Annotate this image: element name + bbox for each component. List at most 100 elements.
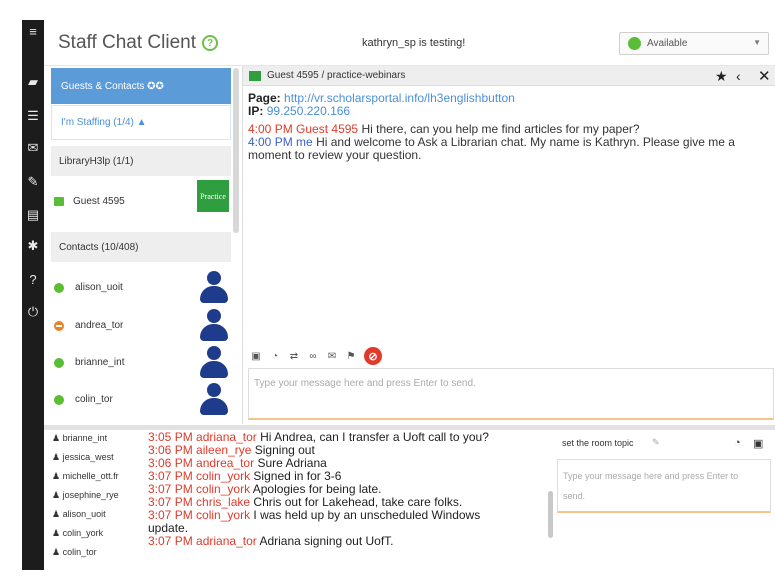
availability-label: Available [647, 38, 688, 49]
message-icon[interactable]: ▣ [753, 437, 763, 450]
practice-mini-icon [249, 71, 261, 81]
staff-user-name: brianne_int [62, 433, 108, 443]
message-text: Hi and welcome to Ask a Librarian chat. … [248, 135, 735, 162]
email-icon[interactable]: ✉ [324, 347, 340, 365]
chat-transcript: Page: http://vr.scholarsportal.info/lh3e… [248, 92, 770, 162]
power-icon[interactable]: ⏻ [22, 302, 44, 320]
chat-title: Guest 4595 / practice-webinars [267, 70, 406, 81]
contact-name: andrea_tor [75, 320, 124, 331]
message-text: Hi there, can you help me find articles … [361, 122, 640, 136]
message-sender: Guest 4595 [296, 122, 359, 136]
document-icon[interactable]: ▤ [22, 205, 44, 223]
log-user: adriana_tor [196, 430, 257, 444]
staff-user-name: alison_uoit [62, 509, 106, 519]
status-message: kathryn_sp is testing! [362, 37, 466, 49]
staff-user[interactable]: ♟ alison_uoit [52, 509, 106, 520]
help-icon[interactable]: ? [22, 270, 44, 288]
log-user: andrea_tor [196, 456, 255, 470]
log-user: aileen_rye [196, 443, 252, 457]
log-user: colin_york [196, 482, 251, 496]
staff-user[interactable]: ♟ michelle_ott.fr [52, 471, 119, 482]
contact-item[interactable]: colin_tor [51, 381, 231, 418]
staff-user-name: colin_tor [62, 547, 97, 557]
availability-select[interactable]: Available ▼ [619, 32, 769, 55]
log-time: 3:07 PM [148, 495, 193, 509]
list-icon[interactable]: ☰ [22, 106, 44, 124]
log-time: 3:07 PM [148, 508, 193, 522]
star-icon[interactable]: ★ [715, 68, 728, 85]
log-time: 3:06 PM [148, 456, 193, 470]
close-icon[interactable]: ✕ [758, 67, 771, 85]
staff-user[interactable]: ♟ brianne_int [52, 433, 107, 444]
menu-icon[interactable]: ≡ [22, 22, 44, 40]
block-icon[interactable]: ⊘ [364, 347, 382, 365]
avatar [198, 383, 230, 417]
message-time: 4:00 PM [248, 135, 293, 149]
log-user: colin_york [196, 508, 251, 522]
icon-sidebar: ≡ ▰ ☰ ✉ ✎ ▤ ✱ ? ⏻ [22, 20, 44, 570]
mail-icon[interactable]: ✉ [22, 138, 44, 156]
log-text: Sure Adriana [257, 456, 327, 470]
practice-badge: Practice [197, 180, 229, 212]
guests-contacts-panel: Guests & Contacts ✪✪ I'm Staffing (1/4) … [51, 68, 237, 426]
page-url-link[interactable]: http://vr.scholarsportal.info/lh3english… [284, 91, 515, 105]
guest-item[interactable]: Guest 4595 Practice [51, 180, 231, 224]
gear-icon[interactable]: ✱ [22, 236, 44, 254]
contact-item[interactable]: alison_uoit [51, 269, 231, 306]
help-circle-icon[interactable]: ? [202, 35, 218, 51]
available-status-icon [54, 395, 64, 405]
contacts-scrollbar[interactable] [233, 68, 239, 233]
staff-user[interactable]: ♟ josephine_rye [52, 490, 119, 501]
log-time: 3:07 PM [148, 482, 193, 496]
ip-info: IP: 99.250.220.166 [248, 105, 770, 118]
avatar [198, 309, 230, 343]
link-icon[interactable]: ∞ [305, 347, 321, 365]
message-time: 4:00 PM [248, 122, 293, 136]
room-topic[interactable]: set the room topic [562, 438, 634, 448]
tab-staffing[interactable]: I'm Staffing (1/4) ▲ [51, 105, 231, 140]
queue-header[interactable]: LibraryH3lp (1/1) [51, 146, 231, 176]
staff-user[interactable]: ♟ jessica_west [52, 452, 114, 463]
contact-name: colin_tor [75, 394, 113, 405]
message-sender: me [296, 135, 313, 149]
guest-name: Guest 4595 [73, 196, 125, 207]
log-text: Signed in for 3-6 [253, 469, 342, 483]
staff-room-panel: set the room topic ✎ ◔ ▣ Type your messa… [557, 431, 775, 576]
app-title: Staff Chat Client [58, 32, 197, 53]
staff-log-scrollbar[interactable] [548, 491, 553, 538]
chat-message-input[interactable]: Type your message here and press Enter t… [248, 368, 774, 420]
flag-icon[interactable]: ⚑ [343, 347, 359, 365]
chat-message: 4:00 PM me Hi and welcome to Ask a Libra… [248, 136, 770, 162]
chat-input-placeholder: Type your message here and press Enter t… [254, 378, 476, 389]
guest-chat-window: Guest 4595 / practice-webinars ★ ‹ ✕ Pag… [242, 66, 775, 424]
chat-bubble-icon [54, 197, 64, 206]
staff-user-list: ♟ brianne_int ♟ jessica_west ♟ michelle_… [52, 433, 138, 571]
timer-icon[interactable]: ◔ [267, 347, 283, 365]
log-user: chris_lake [196, 495, 251, 509]
log-text: I was held up by an unscheduled Windows [253, 508, 481, 522]
chevron-left-icon[interactable]: ‹ [736, 68, 741, 84]
log-time: 3:07 PM [148, 469, 193, 483]
log-text: Chris out for Lakehead, take care folks. [253, 495, 463, 509]
staff-user[interactable]: ♟ colin_tor [52, 547, 97, 558]
log-time: 3:05 PM [148, 430, 193, 444]
contact-item[interactable]: andrea_tor [51, 307, 231, 344]
avatar [198, 271, 230, 305]
pencil-icon[interactable]: ✎ [22, 172, 44, 190]
pencil-icon[interactable]: ✎ [652, 437, 660, 448]
staff-user[interactable]: ♟ colin_york [52, 528, 103, 539]
contact-item[interactable]: brianne_int [51, 344, 231, 381]
log-user: colin_york [196, 469, 251, 483]
history-icon[interactable]: ◔ [734, 437, 741, 449]
contacts-header[interactable]: Contacts (10/408) [51, 232, 231, 262]
transcript-icon[interactable]: ▣ [248, 347, 264, 365]
chat-icon[interactable]: ▰ [22, 72, 44, 90]
tab-guests-contacts[interactable]: Guests & Contacts ✪✪ [51, 68, 231, 104]
log-text: Apologies for being late. [252, 482, 382, 496]
transfer-icon[interactable]: ⇄ [286, 347, 302, 365]
log-entry: 3:07 PM adriana_tor Adriana signing out … [148, 535, 546, 548]
log-text: update. [148, 521, 189, 535]
staff-user-name: jessica_west [62, 452, 114, 462]
log-user: adriana_tor [196, 534, 257, 548]
room-message-input[interactable]: Type your message here and press Enter t… [557, 459, 771, 513]
